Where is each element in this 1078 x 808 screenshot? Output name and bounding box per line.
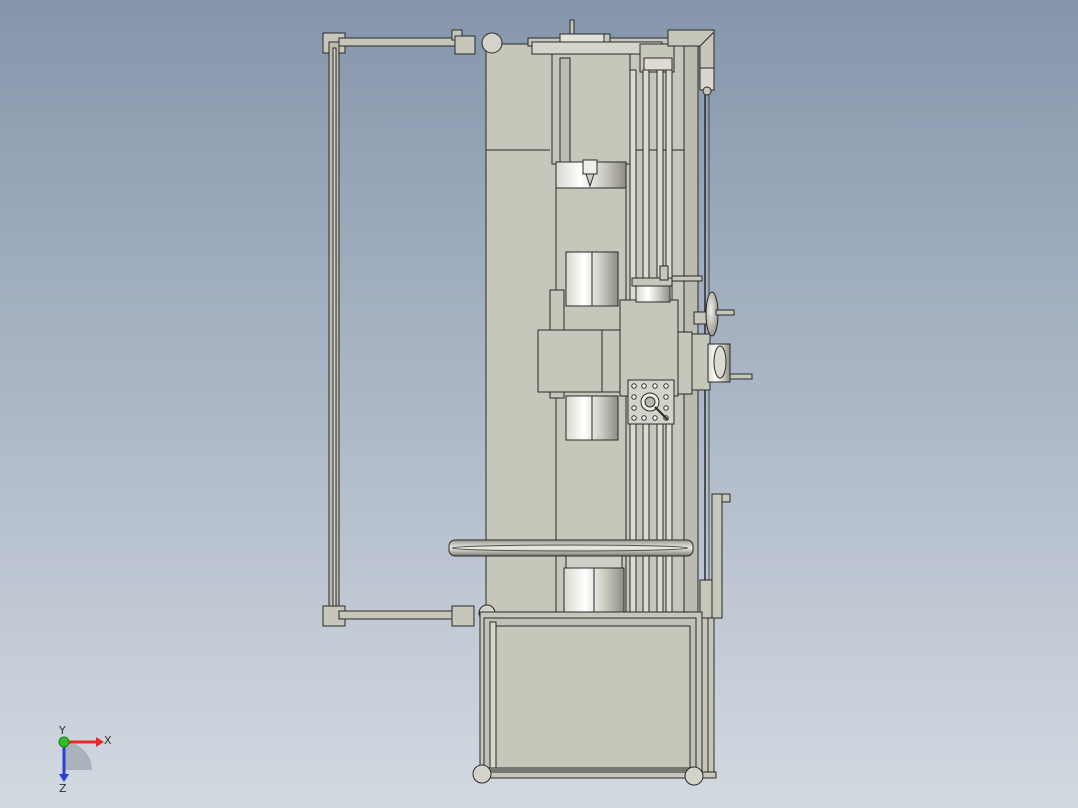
lower-cabinet: [472, 611, 717, 786]
axis-triad: X Y Z: [58, 726, 112, 792]
cad-model-view[interactable]: [0, 0, 1078, 808]
z-axis-arrow: [59, 774, 69, 782]
cad-viewport[interactable]: X Y Z: [0, 0, 1078, 808]
rotary-table: [448, 539, 694, 557]
y-axis-label: Y: [58, 726, 66, 737]
z-axis-label: Z: [59, 782, 67, 792]
y-axis-dot: [58, 736, 70, 748]
table-pedestal: [563, 555, 625, 615]
spindle-head: [551, 53, 631, 189]
triad-shadow: [64, 742, 92, 770]
bolted-plate: [627, 379, 675, 425]
x-axis-arrow: [96, 737, 104, 747]
x-axis-label: X: [104, 734, 112, 747]
